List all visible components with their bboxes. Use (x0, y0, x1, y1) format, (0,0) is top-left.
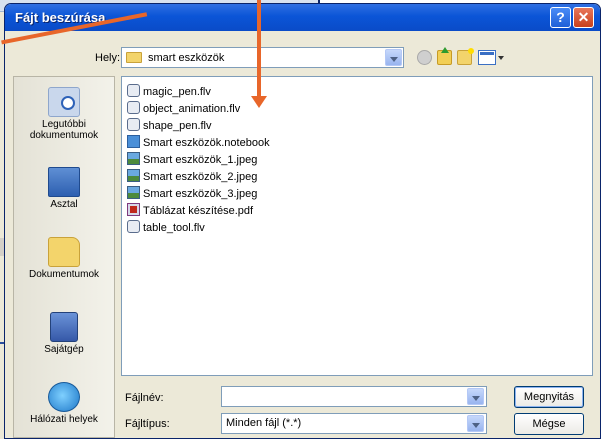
look-in-value: smart eszközök (148, 52, 225, 64)
list-item[interactable]: object_animation.flv (127, 101, 240, 118)
flash-video-icon (127, 220, 140, 233)
filename-dropdown-button[interactable] (467, 388, 484, 405)
views-dropdown-arrow-icon[interactable] (498, 56, 504, 60)
image-file-icon (127, 186, 140, 199)
cancel-button[interactable]: Mégse (514, 413, 584, 435)
place-my-computer[interactable]: Sajátgép (14, 312, 114, 355)
new-folder-icon[interactable] (457, 48, 474, 65)
network-places-icon (48, 382, 80, 412)
list-item[interactable]: Smart eszközök_3.jpeg (127, 186, 257, 203)
screenshot-stage: Fájt beszúrása ? ✕ Hely: smart eszközök … (0, 0, 601, 439)
list-item[interactable]: Smart eszközök_1.jpeg (127, 152, 257, 169)
views-menu-icon[interactable] (478, 50, 496, 65)
dialog-titlebar[interactable]: Fájt beszúrása ? ✕ (5, 4, 600, 31)
place-label: Hálózati helyek (30, 414, 98, 425)
flash-video-icon (127, 101, 140, 114)
filetype-label: Fájltípus: (125, 418, 170, 430)
list-item[interactable]: shape_pen.flv (127, 118, 212, 135)
look-in-dropdown-button[interactable] (385, 49, 402, 66)
file-name: magic_pen.flv (143, 86, 211, 98)
file-name: Smart eszközök_1.jpeg (143, 154, 258, 166)
place-label: Dokumentumok (28, 269, 100, 280)
place-network[interactable]: Hálózati helyek (14, 382, 114, 425)
close-icon: ✕ (577, 9, 590, 25)
flash-video-icon (127, 118, 140, 131)
help-icon: ? (556, 9, 565, 25)
filetype-select[interactable]: Minden fájl (*.*) (221, 413, 487, 434)
list-item[interactable]: magic_pen.flv (127, 84, 211, 101)
file-name: Táblázat készítése.pdf (143, 205, 254, 217)
annotation-arrowhead-icon (251, 96, 267, 108)
list-item[interactable]: Smart eszközök_2.jpeg (127, 169, 257, 186)
place-my-documents[interactable]: Dokumentumok (14, 237, 114, 280)
file-name: Smart eszközök.notebook (143, 137, 270, 149)
place-label: Legutóbbi dokumentumok (29, 119, 99, 141)
my-documents-icon (48, 237, 80, 267)
help-button[interactable]: ? (550, 7, 571, 28)
file-name: table_tool.flv (143, 222, 205, 234)
flash-video-icon (127, 84, 140, 97)
places-bar: Legutóbbi dokumentumok Asztal Dokumentum… (13, 76, 115, 438)
place-label: Sajátgép (44, 344, 84, 355)
file-name: object_animation.flv (143, 103, 241, 115)
place-recent-documents[interactable]: Legutóbbi dokumentumok (14, 87, 114, 141)
look-in-label: Hely: (95, 52, 121, 64)
open-button[interactable]: Megnyitás (514, 386, 584, 408)
folder-icon (126, 52, 142, 63)
my-computer-icon (50, 312, 78, 342)
look-in-combo[interactable]: smart eszközök (121, 47, 404, 68)
image-file-icon (127, 152, 140, 165)
up-folder-icon[interactable] (437, 47, 452, 65)
filetype-dropdown-button[interactable] (467, 415, 484, 432)
close-button[interactable]: ✕ (573, 7, 594, 28)
back-icon[interactable] (417, 50, 432, 65)
place-label: Asztal (50, 199, 78, 210)
list-item[interactable]: table_tool.flv (127, 220, 205, 237)
filetype-value: Minden fájl (*.*) (226, 417, 302, 429)
place-desktop[interactable]: Asztal (14, 167, 114, 210)
file-name: Smart eszközök_2.jpeg (143, 171, 258, 183)
list-item[interactable]: Smart eszközök.notebook (127, 135, 270, 152)
filename-label: Fájlnév: (125, 392, 164, 404)
image-file-icon (127, 169, 140, 182)
recent-documents-icon (48, 87, 80, 117)
file-list[interactable]: magic_pen.flv object_animation.flv shape… (121, 76, 593, 376)
file-name: Smart eszközök_3.jpeg (143, 188, 258, 200)
filename-field[interactable] (221, 386, 487, 407)
notebook-file-icon (127, 135, 140, 148)
file-name: shape_pen.flv (143, 120, 212, 132)
annotation-arrow-vertical (257, 0, 261, 98)
desktop-icon (48, 167, 80, 197)
pdf-file-icon (127, 203, 140, 216)
insert-file-dialog: Fájt beszúrása ? ✕ Hely: smart eszközök … (4, 3, 601, 439)
list-item[interactable]: Táblázat készítése.pdf (127, 203, 253, 220)
